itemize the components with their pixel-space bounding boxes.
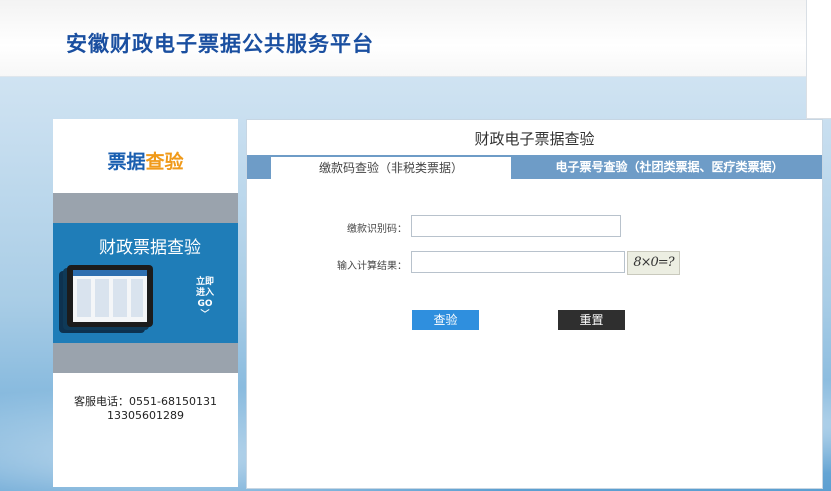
payment-code-input[interactable] bbox=[411, 215, 621, 237]
tab-payment-code[interactable]: 缴款码查验（非税类票据） bbox=[271, 157, 511, 179]
tab-ticket-number[interactable]: 电子票号查验（社团类票据、医疗类票据） bbox=[517, 155, 822, 179]
captcha-answer-label: 输入计算结果： bbox=[337, 261, 407, 272]
chevron-down-icon: ﹀ bbox=[200, 310, 210, 320]
tablet-screen bbox=[73, 270, 147, 322]
verify-panel: 财政电子票据查验 缴款码查验（非税类票据） 电子票号查验（社团类票据、医疗类票据… bbox=[246, 119, 823, 489]
go-line2: 进入 bbox=[195, 288, 214, 298]
sidebar-divider-bottom bbox=[53, 343, 238, 373]
side-widget bbox=[806, 0, 831, 119]
promo-text: 财政票据查验 bbox=[99, 238, 201, 258]
site-title: 安徽财政电子票据公共服务平台 bbox=[66, 32, 374, 56]
reset-button[interactable]: 重置 bbox=[558, 310, 625, 330]
panel-title: 财政电子票据查验 bbox=[474, 130, 595, 148]
go-button[interactable]: 立即 进入 GO ﹀ bbox=[191, 277, 219, 321]
service-phone: 客服电话：0551-68150131 bbox=[74, 395, 217, 408]
page-header: 安徽财政电子票据公共服务平台 bbox=[0, 0, 831, 77]
left-sidebar: 票据查验 财政票据查验 立即 进入 GO ﹀ 客服电话：0551-6815013… bbox=[53, 119, 238, 487]
service-mobile: 13305601289 bbox=[107, 409, 184, 422]
tab-bar: 缴款码查验（非税类票据） 电子票号查验（社团类票据、医疗类票据） bbox=[247, 155, 822, 179]
sidebar-divider-top bbox=[53, 193, 238, 223]
captcha-answer-input[interactable] bbox=[411, 251, 625, 273]
go-line1: 立即 bbox=[195, 277, 214, 287]
sidebar-title: 票据查验 bbox=[53, 147, 238, 174]
sidebar-title-part1: 票据 bbox=[107, 151, 146, 173]
sidebar-title-part2: 查验 bbox=[145, 151, 184, 173]
payment-code-label: 缴款识别码： bbox=[347, 224, 407, 235]
captcha-image[interactable]: 8×0=? bbox=[627, 251, 680, 275]
service-contact: 客服电话：0551-68150131 13305601289 bbox=[53, 395, 238, 423]
tablet-icon bbox=[67, 265, 153, 327]
query-button[interactable]: 查验 bbox=[412, 310, 479, 330]
go-line3: GO bbox=[197, 299, 213, 309]
promo-banner[interactable]: 财政票据查验 立即 进入 GO ﹀ bbox=[53, 223, 238, 343]
